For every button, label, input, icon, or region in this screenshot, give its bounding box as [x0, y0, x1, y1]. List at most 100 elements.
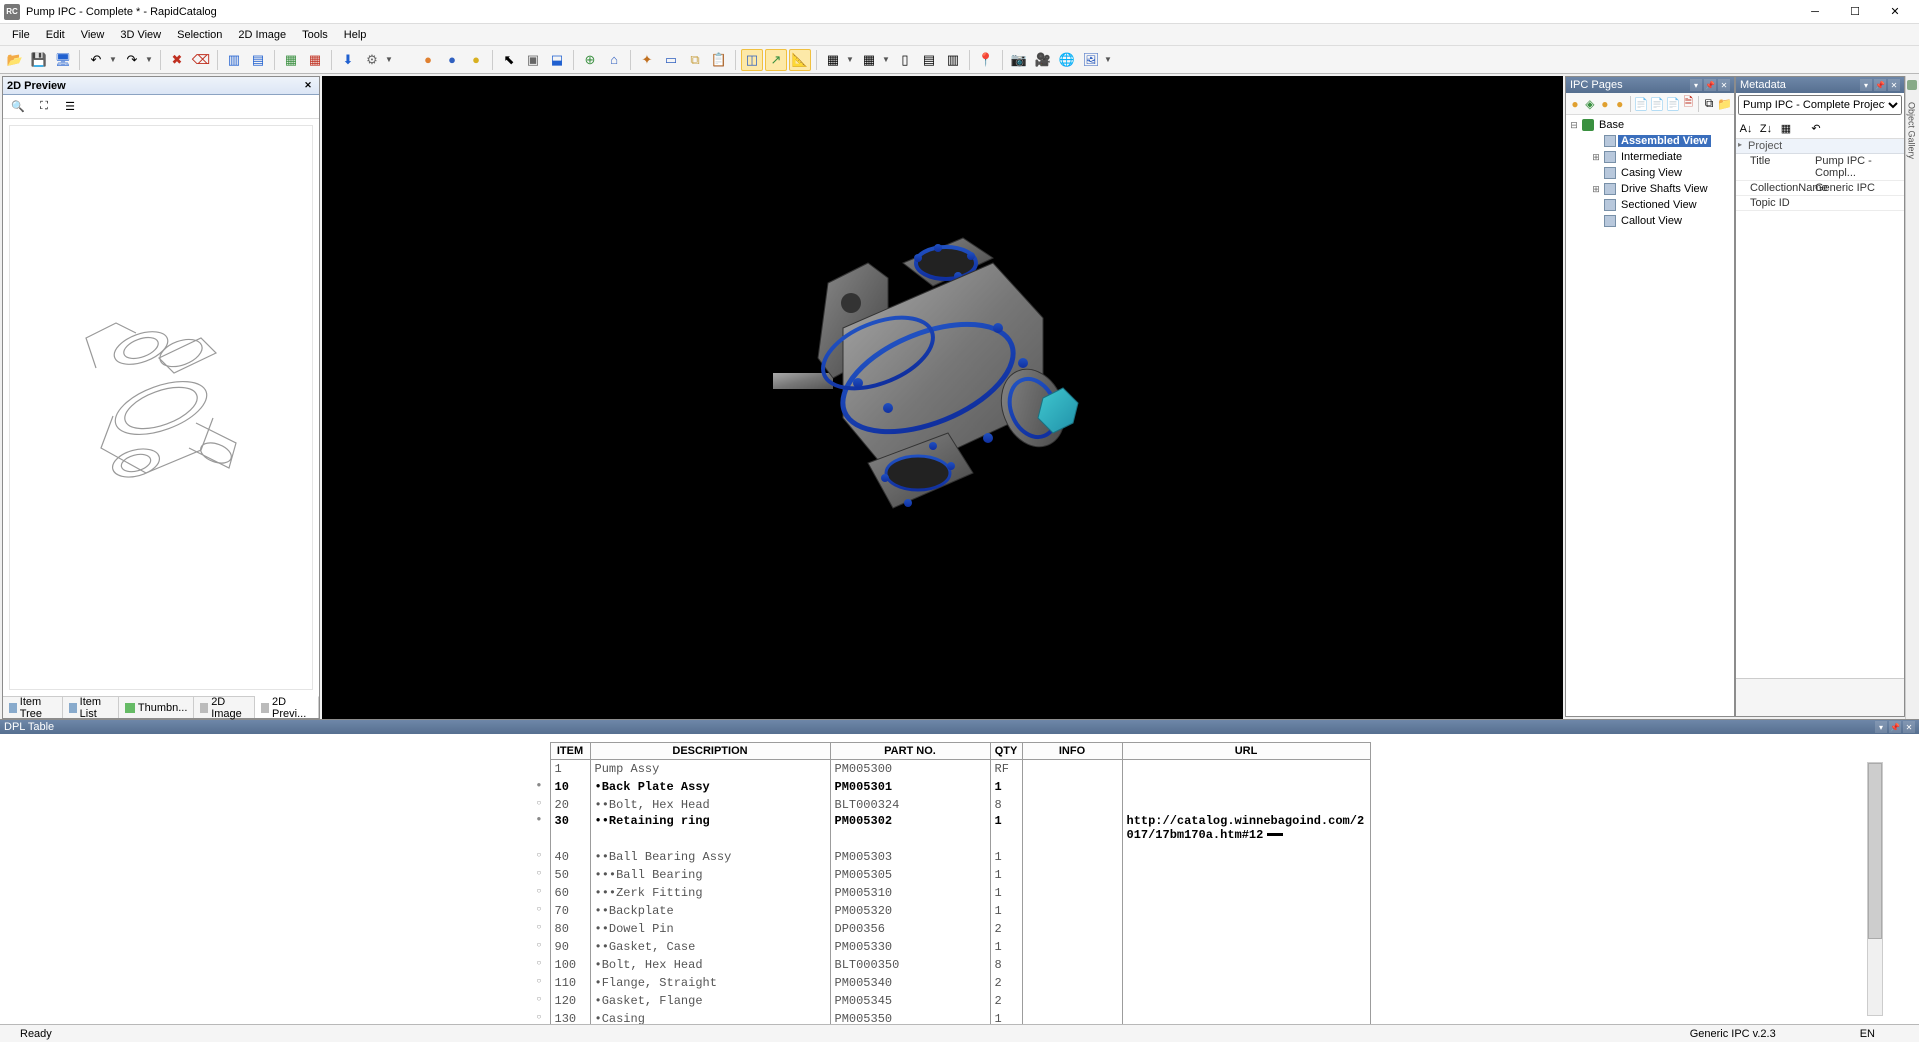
- cell-url[interactable]: [1122, 884, 1370, 902]
- tree-node-view[interactable]: ⊞Intermediate: [1568, 149, 1732, 165]
- gear-icon[interactable]: ⚙: [361, 49, 383, 71]
- cell-item[interactable]: ●10: [550, 778, 590, 796]
- ipc-doc2-icon[interactable]: 📄: [1649, 95, 1664, 113]
- clear-icon[interactable]: ⌫: [190, 49, 212, 71]
- cell-part-no[interactable]: PM005310: [830, 884, 990, 902]
- delete-icon[interactable]: ✖: [166, 49, 188, 71]
- cell-info[interactable]: [1022, 848, 1122, 866]
- col-description[interactable]: DESCRIPTION: [590, 743, 830, 760]
- table-row[interactable]: ○130•CasingPM0053501: [550, 1010, 1370, 1025]
- cell-description[interactable]: •••Zerk Fitting: [590, 884, 830, 902]
- sphere-yellow-icon[interactable]: ●: [465, 49, 487, 71]
- cell-part-no[interactable]: PM005301: [830, 778, 990, 796]
- mode-box-icon[interactable]: ◫: [741, 49, 763, 71]
- tree-node-view[interactable]: Assembled View: [1568, 133, 1732, 149]
- metadata-row[interactable]: CollectionNameGeneric IPC: [1736, 181, 1904, 196]
- panel-close-icon[interactable]: ✕: [1718, 79, 1730, 91]
- cell-qty[interactable]: 8: [990, 796, 1022, 814]
- cell-qty[interactable]: 2: [990, 974, 1022, 992]
- table-row[interactable]: ○60•••Zerk FittingPM0053101: [550, 884, 1370, 902]
- texture-green-icon[interactable]: ▦: [280, 49, 302, 71]
- metadata-row[interactable]: TitlePump IPC - Compl...: [1736, 154, 1904, 181]
- tree-node-view[interactable]: ⊞Drive Shafts View: [1568, 181, 1732, 197]
- cell-qty[interactable]: 1: [990, 1010, 1022, 1025]
- cell-url[interactable]: [1122, 778, 1370, 796]
- cell-url[interactable]: [1122, 848, 1370, 866]
- cell-info[interactable]: [1022, 796, 1122, 814]
- cell-qty[interactable]: 2: [990, 992, 1022, 1010]
- expand-icon[interactable]: ⊟: [1568, 120, 1580, 131]
- cell-item[interactable]: ○20: [550, 796, 590, 814]
- ipc-folder-icon[interactable]: 📁: [1717, 95, 1732, 113]
- ipc-sphere1-icon[interactable]: ●: [1568, 95, 1582, 113]
- col-item[interactable]: ITEM: [550, 743, 590, 760]
- table-row[interactable]: ○110•Flange, StraightPM0053402: [550, 974, 1370, 992]
- cell-part-no[interactable]: PM005300: [830, 760, 990, 778]
- cell-item[interactable]: ○50: [550, 866, 590, 884]
- cell-description[interactable]: Pump Assy: [590, 760, 830, 778]
- import-icon[interactable]: ⬇: [337, 49, 359, 71]
- meta-undo-icon[interactable]: ↶: [1808, 121, 1824, 137]
- table-row[interactable]: ○90••Gasket, CasePM0053301: [550, 938, 1370, 956]
- cell-info[interactable]: [1022, 884, 1122, 902]
- panel-dropdown-icon[interactable]: ▾: [1875, 721, 1887, 733]
- sphere-blue-icon[interactable]: ●: [441, 49, 463, 71]
- tree-root-base[interactable]: ⊟ Base: [1568, 117, 1732, 133]
- ipc-doc-del-icon[interactable]: 🗎: [1681, 95, 1695, 113]
- cell-item[interactable]: ○70: [550, 902, 590, 920]
- cell-url[interactable]: http://catalog.winnebagoind.com/2017/17b…: [1122, 814, 1370, 848]
- tree-node-view[interactable]: Sectioned View: [1568, 197, 1732, 213]
- open-icon[interactable]: 📂: [4, 49, 26, 71]
- minimize-button[interactable]: ─: [1795, 0, 1835, 24]
- cell-description[interactable]: ••Backplate: [590, 902, 830, 920]
- cell-qty[interactable]: 2: [990, 920, 1022, 938]
- metadata-value[interactable]: Generic IPC: [1811, 181, 1904, 195]
- object-gallery-tab[interactable]: Object Gallery: [1907, 94, 1917, 167]
- copy-icon[interactable]: ⧉: [684, 49, 706, 71]
- cell-part-no[interactable]: PM005345: [830, 992, 990, 1010]
- cell-url[interactable]: [1122, 902, 1370, 920]
- tab-2d-preview[interactable]: 2D Previ...: [255, 696, 319, 718]
- close-button[interactable]: ✕: [1875, 0, 1915, 24]
- preview-canvas[interactable]: [9, 125, 313, 690]
- col-url[interactable]: URL: [1122, 743, 1370, 760]
- tab-item-list[interactable]: Item List: [63, 697, 119, 718]
- sphere-orange-icon[interactable]: ●: [417, 49, 439, 71]
- object-gallery-icon[interactable]: [1907, 80, 1917, 90]
- cell-qty[interactable]: RF: [990, 760, 1022, 778]
- expand-icon[interactable]: ⊞: [1590, 184, 1602, 195]
- layer-icon[interactable]: ▥: [223, 49, 245, 71]
- doc-stack-icon[interactable]: ▤: [918, 49, 940, 71]
- ipc-sphere3-icon[interactable]: ●: [1613, 95, 1627, 113]
- cell-part-no[interactable]: PM005340: [830, 974, 990, 992]
- menu-file[interactable]: File: [4, 27, 38, 43]
- video-icon[interactable]: 🎥: [1032, 49, 1054, 71]
- window1-icon[interactable]: ▭: [660, 49, 682, 71]
- menu-2d-image[interactable]: 2D Image: [230, 27, 294, 43]
- undo-icon[interactable]: ↶: [85, 49, 107, 71]
- panel-close-icon[interactable]: ✕: [1903, 721, 1915, 733]
- cell-info[interactable]: [1022, 920, 1122, 938]
- cell-info[interactable]: [1022, 956, 1122, 974]
- cell-info[interactable]: [1022, 814, 1122, 848]
- table-row[interactable]: ○100•Bolt, Hex HeadBLT0003508: [550, 956, 1370, 974]
- meta-sort-az-icon[interactable]: A↓: [1738, 121, 1754, 137]
- menu-edit[interactable]: Edit: [38, 27, 73, 43]
- tab-item-tree[interactable]: Item Tree: [3, 697, 63, 718]
- cell-qty[interactable]: 1: [990, 778, 1022, 796]
- metadata-row[interactable]: Topic ID: [1736, 196, 1904, 211]
- metadata-group-project[interactable]: Project: [1736, 139, 1904, 154]
- table-row[interactable]: ○80••Dowel PinDP003562: [550, 920, 1370, 938]
- tab-2d-image[interactable]: 2D Image: [194, 697, 255, 718]
- cell-part-no[interactable]: DP00356: [830, 920, 990, 938]
- cell-part-no[interactable]: PM005350: [830, 1010, 990, 1025]
- ipc-doc-copy-icon[interactable]: ⧉: [1702, 95, 1716, 113]
- cell-url[interactable]: [1122, 956, 1370, 974]
- cell-item[interactable]: 1: [550, 760, 590, 778]
- menu-view[interactable]: View: [73, 27, 113, 43]
- cell-description[interactable]: •Back Plate Assy: [590, 778, 830, 796]
- cell-description[interactable]: ••Gasket, Case: [590, 938, 830, 956]
- tree-node-view[interactable]: Callout View: [1568, 213, 1732, 229]
- cell-item[interactable]: ○90: [550, 938, 590, 956]
- menu-help[interactable]: Help: [336, 27, 375, 43]
